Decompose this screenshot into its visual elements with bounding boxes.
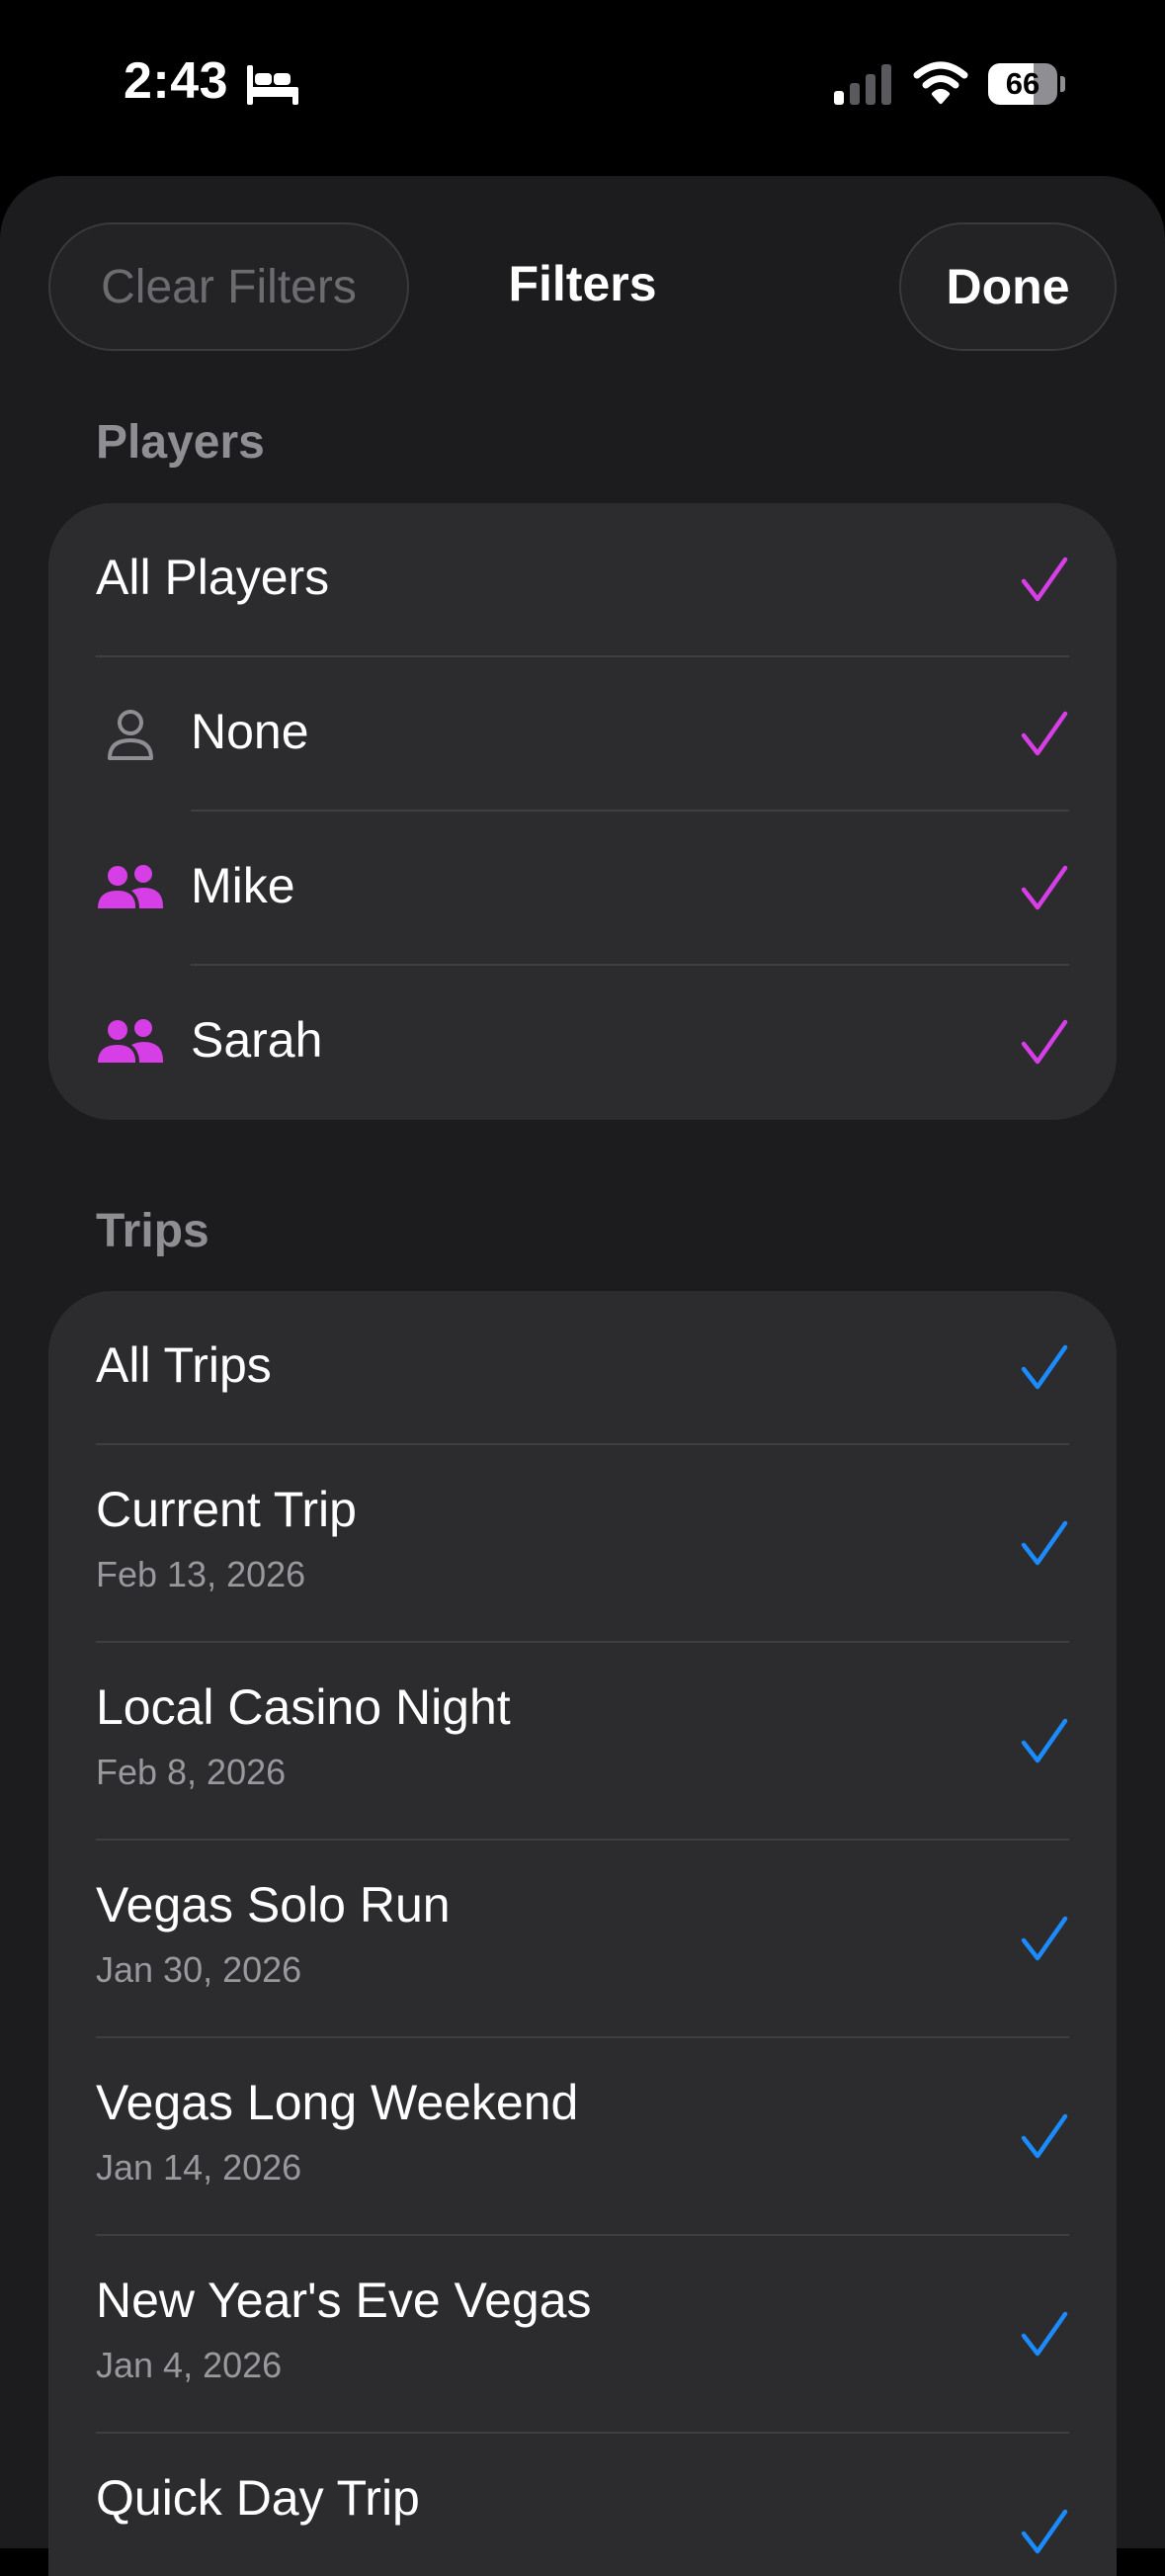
player-row[interactable]: All Players <box>48 503 1117 657</box>
checkmark-icon <box>1021 1344 1068 1390</box>
checkmark-icon <box>1021 557 1068 602</box>
player-label: All Players <box>96 550 330 605</box>
checkmark-icon <box>1021 1019 1068 1065</box>
trip-name: Current Trip <box>96 1482 357 1537</box>
checkmark-icon <box>1021 1916 1068 1961</box>
people-icon <box>98 1019 163 1063</box>
players-list: All Players None Mike Sarah <box>48 503 1117 1120</box>
trip-name: Vegas Solo Run <box>96 1877 451 1932</box>
player-row[interactable]: Sarah <box>48 966 1117 1120</box>
person-outline-icon <box>108 710 153 760</box>
trip-row[interactable]: Quick Day Trip <box>48 2434 1117 2576</box>
trip-row[interactable]: Vegas Long Weekend Jan 14, 2026 <box>48 2038 1117 2236</box>
trips-list: All Trips Current Trip Feb 13, 2026 Local C… <box>48 1291 1117 2576</box>
trip-row[interactable]: Vegas Solo Run Jan 30, 2026 <box>48 1841 1117 2038</box>
trip-name: Quick Day Trip <box>96 2470 420 2526</box>
cellular-signal-icon <box>834 64 891 105</box>
status-time: 2:43 <box>124 52 229 110</box>
checkmark-icon <box>1021 2113 1068 2159</box>
trip-date: Jan 30, 2026 <box>96 1949 302 1990</box>
status-bar: 2:43 66 <box>0 0 1165 168</box>
wifi-icon <box>913 61 968 104</box>
checkmark-icon <box>1021 1718 1068 1763</box>
checkmark-icon <box>1021 2311 1068 2357</box>
sleep-focus-icon <box>247 65 298 105</box>
checkmark-icon <box>1021 865 1068 910</box>
checkmark-icon <box>1021 2509 1068 2554</box>
checkmark-icon <box>1021 1520 1068 1566</box>
player-label: Mike <box>191 858 295 913</box>
done-button[interactable]: Done <box>899 222 1117 351</box>
trip-name: All Trips <box>96 1337 272 1393</box>
people-icon <box>98 865 163 908</box>
player-label: None <box>191 704 309 759</box>
trip-row[interactable]: New Year's Eve Vegas Jan 4, 2026 <box>48 2236 1117 2434</box>
trip-date: Jan 4, 2026 <box>96 2345 283 2385</box>
trip-row[interactable]: Local Casino Night Feb 8, 2026 <box>48 1643 1117 1841</box>
trip-name: New Year's Eve Vegas <box>96 2273 592 2328</box>
trip-row[interactable]: All Trips <box>48 1291 1117 1445</box>
player-row[interactable]: Mike <box>48 812 1117 966</box>
battery-indicator: 66 <box>988 63 1065 105</box>
trip-name: Vegas Long Weekend <box>96 2075 579 2130</box>
trip-row[interactable]: Current Trip Feb 13, 2026 <box>48 1445 1117 1643</box>
battery-level: 66 <box>1005 66 1040 101</box>
checkmark-icon <box>1021 711 1068 756</box>
trip-name: Local Casino Night <box>96 1679 511 1735</box>
player-label: Sarah <box>191 1012 323 1068</box>
trips-section-header: Trips <box>96 1205 209 1257</box>
player-row[interactable]: None <box>48 657 1117 812</box>
trip-date: Feb 13, 2026 <box>96 1554 306 1594</box>
players-section-header: Players <box>96 416 265 469</box>
trip-date: Jan 14, 2026 <box>96 2147 302 2188</box>
trip-date: Feb 8, 2026 <box>96 1752 287 1792</box>
